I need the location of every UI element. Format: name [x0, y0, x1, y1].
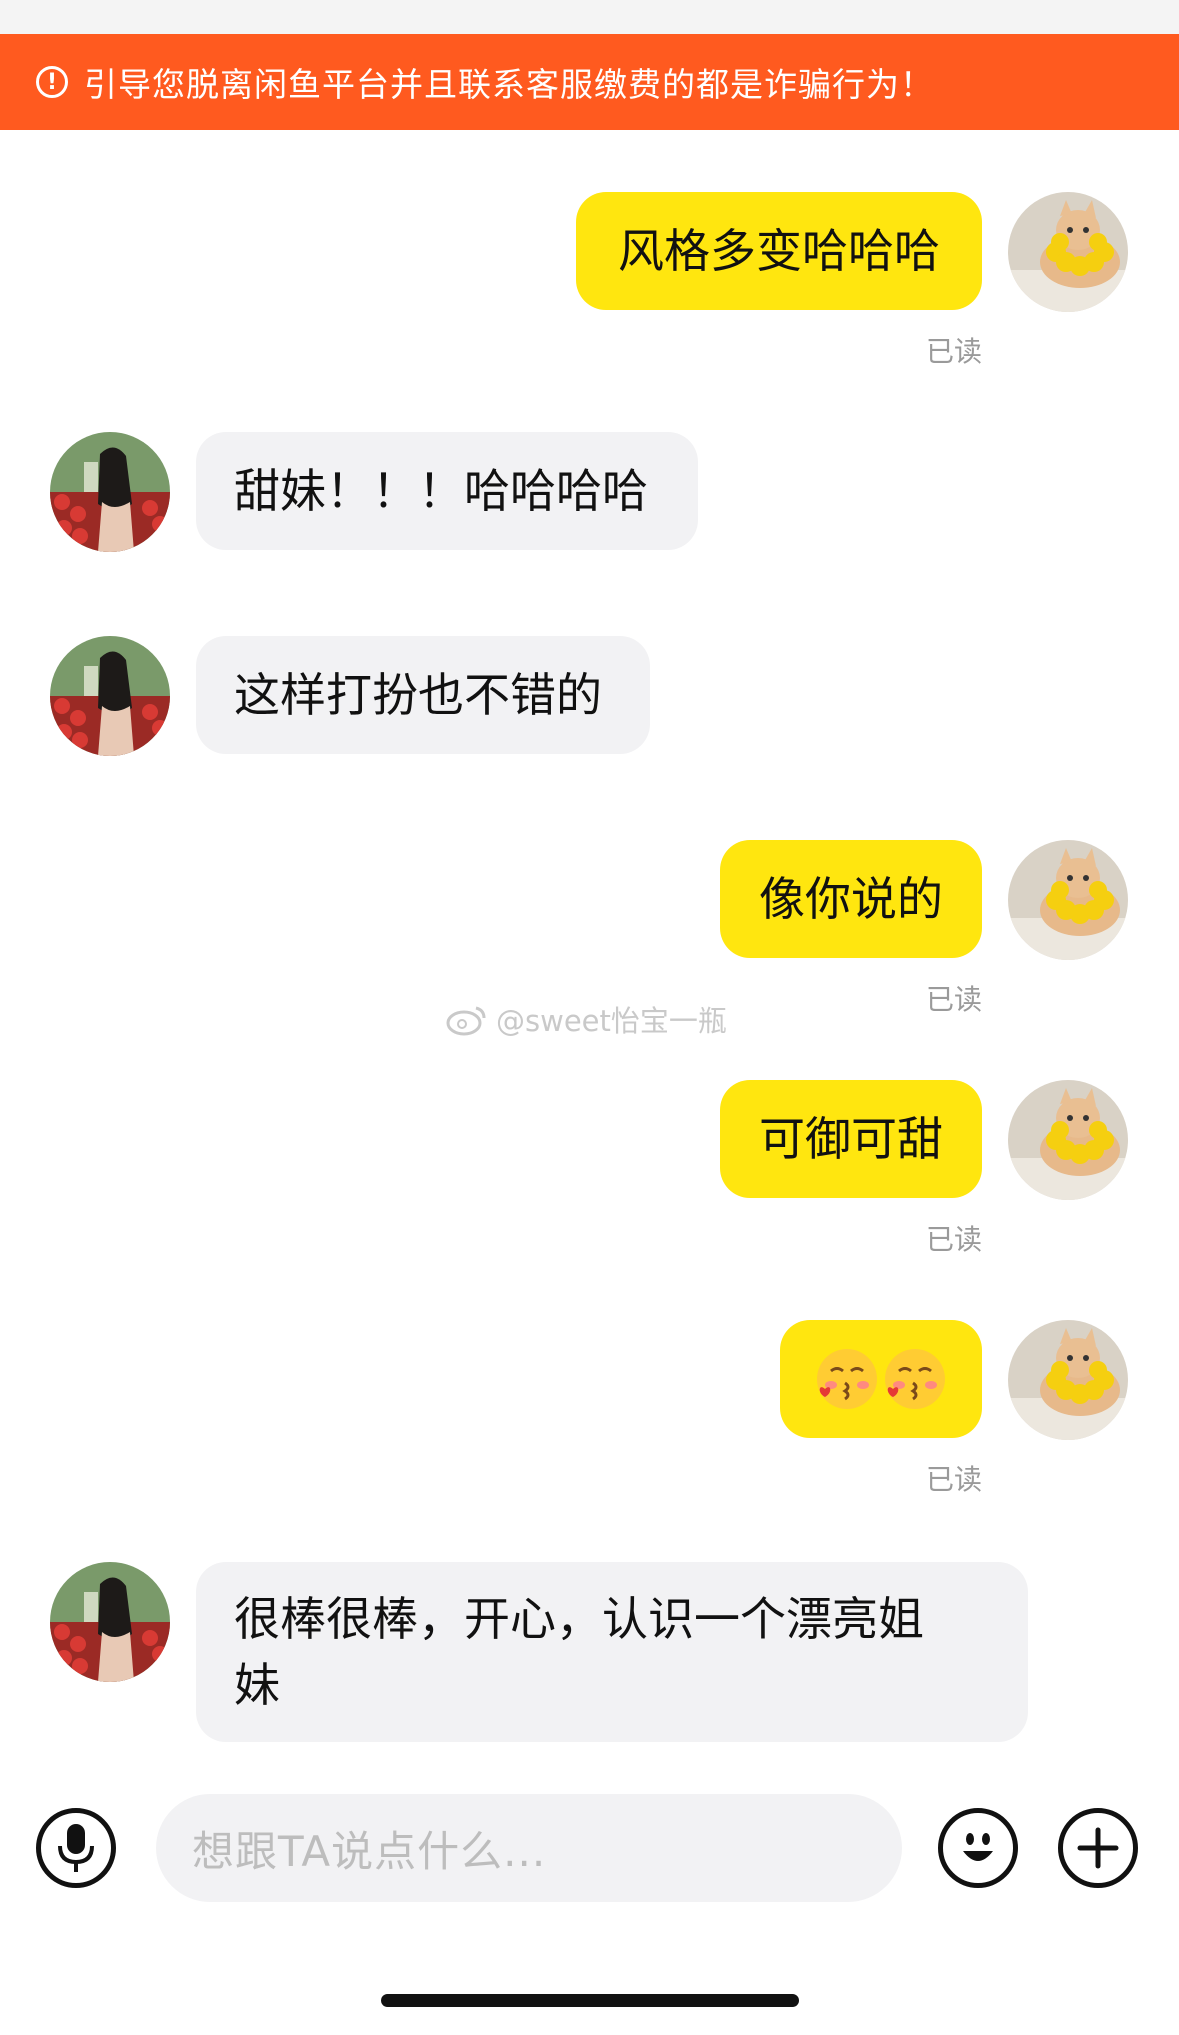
message-text-line: 很棒很棒，开心，认识一个漂亮姐 [234, 1592, 924, 1646]
watermark-text: @sweet怡宝一瓶 [496, 1004, 727, 1038]
weibo-watermark: @sweet怡宝一瓶 [444, 998, 727, 1040]
cat-avatar[interactable] [1008, 192, 1128, 312]
my-message-bubble[interactable]: 风格多变哈哈哈 [576, 192, 982, 310]
read-status: 已读 [925, 983, 982, 1016]
input-placeholder: 想跟TA说点什么... [192, 1826, 547, 1876]
message-text: 像你说的 [759, 872, 943, 926]
my-emoji-bubble[interactable] [780, 1320, 982, 1438]
weibo-icon [446, 1006, 486, 1036]
chat-input-bar: 想跟TA说点什么... [0, 1760, 1179, 1960]
message-text: 甜妹！！！哈哈哈哈 [234, 464, 648, 518]
kissing-face-icon [815, 1347, 879, 1411]
voice-button[interactable] [36, 1808, 116, 1888]
cat-avatar[interactable] [1008, 1320, 1128, 1440]
cat-avatar[interactable] [1008, 840, 1128, 960]
status-bar-area [0, 0, 1179, 34]
my-message-bubble[interactable]: 可御可甜 [720, 1080, 982, 1198]
their-message-bubble[interactable]: 很棒很棒，开心，认识一个漂亮姐 妹 [196, 1562, 1028, 1742]
message-text: 这样打扮也不错的 [234, 668, 602, 722]
warning-text: 引导您脱离闲鱼平台并且联系客服缴费的都是诈骗行为！ [84, 65, 934, 104]
girl-avatar[interactable] [50, 1562, 170, 1682]
read-status: 已读 [925, 1223, 982, 1256]
message-input[interactable]: 想跟TA说点什么... [156, 1794, 902, 1902]
emoji-group [815, 1347, 947, 1411]
emoji-button[interactable] [938, 1808, 1018, 1888]
message-text: 风格多变哈哈哈 [618, 224, 940, 278]
plus-button[interactable] [1058, 1808, 1138, 1888]
girl-avatar[interactable] [50, 636, 170, 756]
alert-circle-icon: ! [36, 66, 68, 98]
my-message-bubble[interactable]: 像你说的 [720, 840, 982, 958]
read-status: 已读 [925, 335, 982, 368]
smiley-icon [963, 1833, 993, 1861]
plus-icon [1077, 1827, 1119, 1869]
their-message-bubble[interactable]: 甜妹！！！哈哈哈哈 [196, 432, 698, 550]
message-text-line: 妹 [234, 1658, 280, 1712]
girl-avatar[interactable] [50, 432, 170, 552]
message-text: 可御可甜 [759, 1112, 943, 1166]
microphone-icon [58, 1824, 94, 1872]
kissing-face-icon [883, 1347, 947, 1411]
home-indicator[interactable] [381, 1994, 799, 2007]
read-status: 已读 [925, 1463, 982, 1496]
cat-avatar[interactable] [1008, 1080, 1128, 1200]
their-message-bubble[interactable]: 这样打扮也不错的 [196, 636, 650, 754]
scam-warning-banner: ! 引导您脱离闲鱼平台并且联系客服缴费的都是诈骗行为！ [0, 34, 1179, 130]
